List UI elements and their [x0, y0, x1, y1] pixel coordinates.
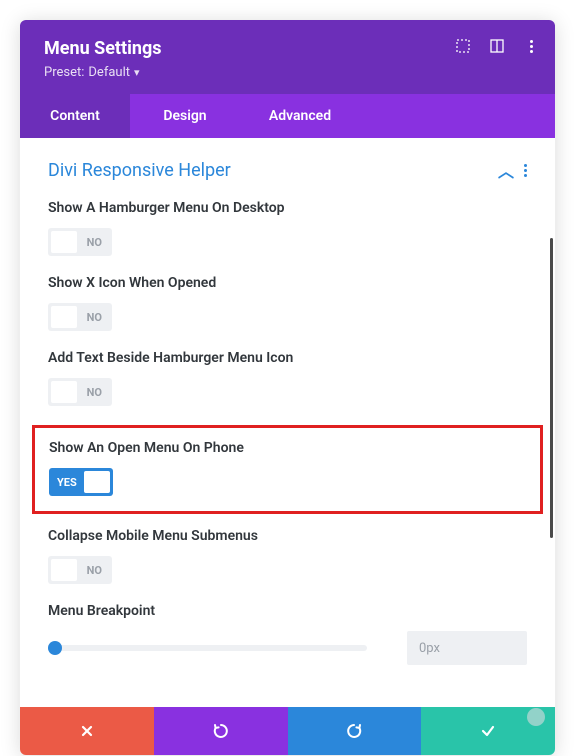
toggle-value: NO — [87, 311, 102, 324]
option-label: Collapse Mobile Menu Submenus — [48, 528, 527, 544]
header-actions — [455, 38, 539, 54]
option-open-phone: Show An Open Menu On Phone YES — [49, 440, 526, 497]
option-label: Add Text Beside Hamburger Menu Icon — [48, 350, 527, 366]
highlighted-option: Show An Open Menu On Phone YES — [32, 425, 543, 514]
option-breakpoint: Menu Breakpoint 0px — [48, 603, 527, 665]
toggle-collapse-submenus[interactable]: NO — [48, 556, 112, 584]
help-bubble-icon[interactable] — [527, 708, 545, 726]
toggle-x-icon[interactable]: NO — [48, 303, 112, 331]
section-more-icon[interactable] — [524, 164, 527, 177]
tab-advanced[interactable]: Advanced — [240, 94, 360, 138]
toggle-knob — [51, 306, 77, 328]
option-label: Menu Breakpoint — [48, 603, 527, 619]
section-title: Divi Responsive Helper — [48, 160, 231, 181]
chevron-up-icon[interactable]: ︿ — [498, 158, 514, 182]
menu-settings-panel: Menu Settings Preset: Default Content De… — [20, 20, 555, 755]
caret-down-icon — [134, 65, 140, 80]
breakpoint-slider[interactable] — [48, 645, 367, 651]
panel-footer — [20, 707, 555, 755]
expand-icon[interactable] — [455, 38, 471, 54]
toggle-open-phone[interactable]: YES — [49, 468, 113, 496]
more-icon[interactable] — [523, 38, 539, 54]
toggle-value: YES — [57, 476, 77, 489]
option-hamburger-desktop: Show A Hamburger Menu On Desktop NO — [48, 200, 527, 257]
toggle-knob — [51, 559, 77, 581]
cancel-button[interactable] — [20, 707, 154, 755]
panel-body: Divi Responsive Helper ︿ Show A Hamburge… — [20, 138, 555, 707]
layout-icon[interactable] — [489, 38, 505, 54]
scrollbar[interactable] — [550, 238, 553, 538]
toggle-value: NO — [87, 564, 102, 577]
tab-design[interactable]: Design — [130, 94, 240, 138]
panel-header: Menu Settings Preset: Default — [20, 20, 555, 94]
toggle-knob — [51, 231, 77, 253]
preset-label: Preset: — [44, 65, 84, 80]
undo-button[interactable] — [154, 707, 288, 755]
breakpoint-input[interactable]: 0px — [407, 631, 527, 665]
tabs: Content Design Advanced — [20, 94, 555, 138]
toggle-value: NO — [87, 386, 102, 399]
option-label: Show X Icon When Opened — [48, 275, 527, 291]
toggle-hamburger-desktop[interactable]: NO — [48, 228, 112, 256]
option-collapse-submenus: Collapse Mobile Menu Submenus NO — [48, 528, 527, 585]
section-header[interactable]: Divi Responsive Helper ︿ — [48, 158, 527, 182]
preset-selector[interactable]: Preset: Default — [44, 65, 531, 80]
option-text-beside: Add Text Beside Hamburger Menu Icon NO — [48, 350, 527, 407]
slider-thumb[interactable] — [48, 641, 62, 655]
undo-icon — [212, 722, 230, 740]
toggle-value: NO — [87, 236, 102, 249]
option-label: Show An Open Menu On Phone — [49, 440, 526, 456]
toggle-knob — [84, 471, 110, 493]
redo-icon — [345, 722, 363, 740]
toggle-knob — [51, 381, 77, 403]
tab-content[interactable]: Content — [20, 94, 130, 138]
toggle-text-beside[interactable]: NO — [48, 378, 112, 406]
option-x-icon: Show X Icon When Opened NO — [48, 275, 527, 332]
breakpoint-value: 0px — [419, 641, 440, 656]
check-icon — [480, 723, 496, 739]
redo-button[interactable] — [288, 707, 422, 755]
option-label: Show A Hamburger Menu On Desktop — [48, 200, 527, 216]
preset-value: Default — [88, 65, 130, 80]
close-icon — [80, 724, 94, 738]
